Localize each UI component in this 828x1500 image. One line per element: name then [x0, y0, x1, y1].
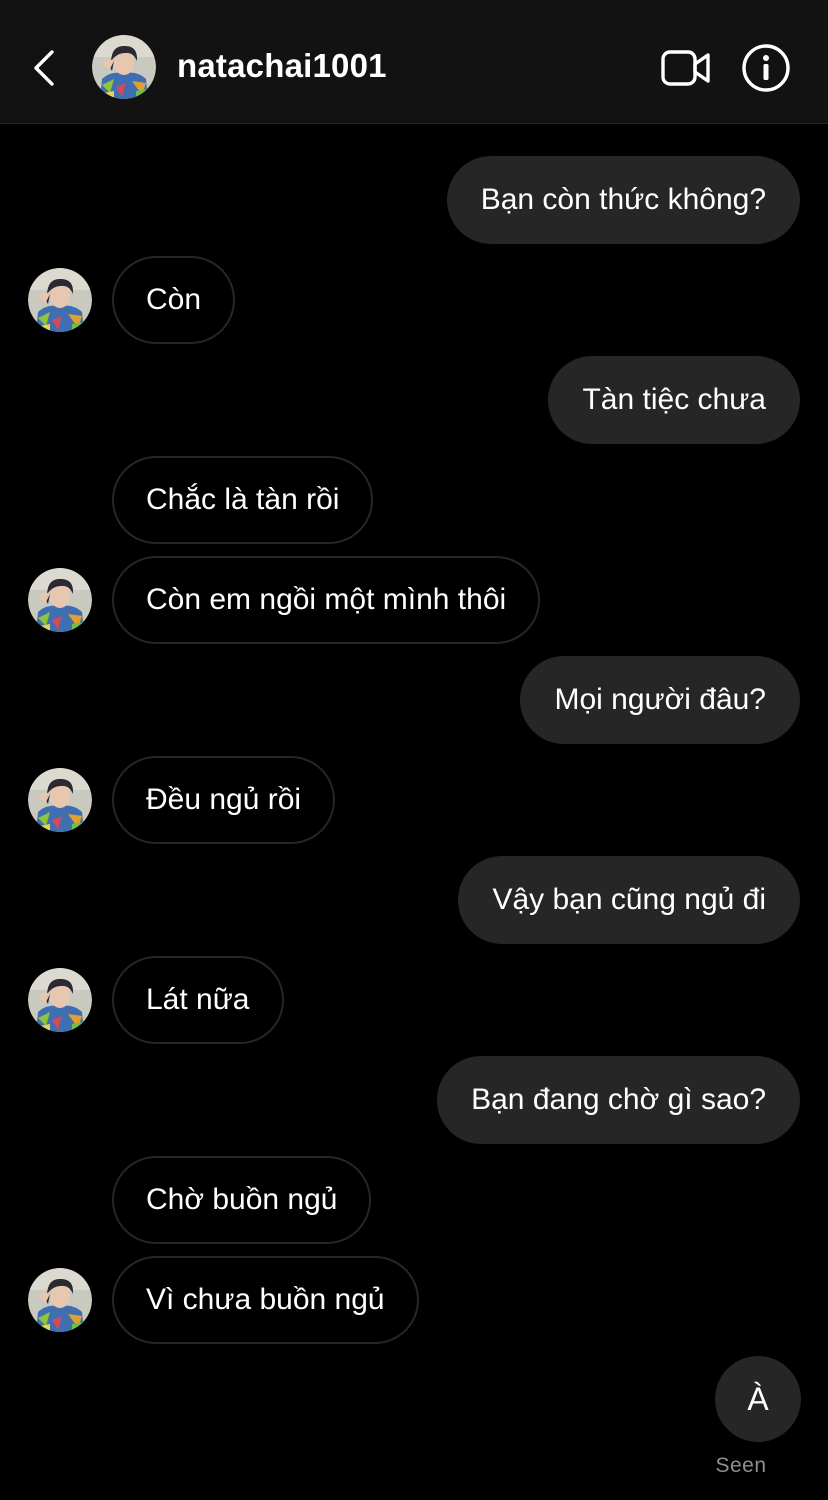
sender-avatar[interactable]: [28, 568, 92, 632]
incoming-message[interactable]: Vì chưa buồn ngủ: [112, 1256, 419, 1344]
message-row: Đều ngủ rồi: [0, 756, 828, 844]
seen-status: Seen: [715, 1454, 767, 1477]
incoming-message[interactable]: Còn em ngồi một mình thôi: [112, 556, 541, 644]
message-row: Lát nữa: [0, 956, 828, 1044]
incoming-message[interactable]: Còn: [112, 256, 236, 344]
incoming-message[interactable]: Chắc là tàn rồi: [112, 456, 374, 544]
incoming-message[interactable]: Đều ngủ rồi: [112, 756, 336, 844]
sender-avatar[interactable]: [28, 1268, 92, 1332]
message-row: Còn: [0, 256, 828, 344]
sender-avatar[interactable]: [28, 768, 92, 832]
message-row: Vì chưa buồn ngủ: [0, 1256, 828, 1344]
profile-username[interactable]: natachai1001: [177, 46, 387, 86]
message-row: Chờ buồn ngủ: [0, 1156, 828, 1244]
outgoing-message[interactable]: Vậy bạn cũng ngủ đi: [458, 856, 800, 944]
video-camera-icon: [660, 48, 712, 88]
outgoing-message[interactable]: Bạn đang chờ gì sao?: [437, 1056, 800, 1144]
outgoing-message[interactable]: Bạn còn thức không?: [446, 156, 800, 244]
chat-header: natachai1001: [0, 0, 828, 124]
chevron-left-icon: [32, 48, 56, 88]
incoming-message[interactable]: Lát nữa: [112, 956, 284, 1044]
info-button[interactable]: [738, 40, 794, 96]
outgoing-message[interactable]: Mọi người đâu?: [520, 656, 800, 744]
outgoing-short-message[interactable]: À: [715, 1356, 801, 1442]
message-row: Vậy bạn cũng ngủ đi: [0, 856, 828, 944]
message-row: Bạn đang chờ gì sao?: [0, 1056, 828, 1144]
profile-avatar[interactable]: [92, 35, 156, 99]
incoming-message[interactable]: Chờ buồn ngủ: [112, 1156, 372, 1244]
sender-avatar[interactable]: [28, 268, 92, 332]
info-icon: [741, 43, 791, 93]
message-row: Mọi người đâu?: [0, 656, 828, 744]
sender-avatar[interactable]: [28, 968, 92, 1032]
outgoing-message[interactable]: Tàn tiệc chưa: [548, 356, 800, 444]
message-row: Còn em ngồi một mình thôi: [0, 556, 828, 644]
video-call-button[interactable]: [656, 44, 716, 92]
message-row: Chắc là tàn rồi: [0, 456, 828, 544]
message-row: Bạn còn thức không?: [0, 156, 828, 244]
back-button[interactable]: [22, 44, 66, 92]
message-row: Tàn tiệc chưa: [0, 356, 828, 444]
